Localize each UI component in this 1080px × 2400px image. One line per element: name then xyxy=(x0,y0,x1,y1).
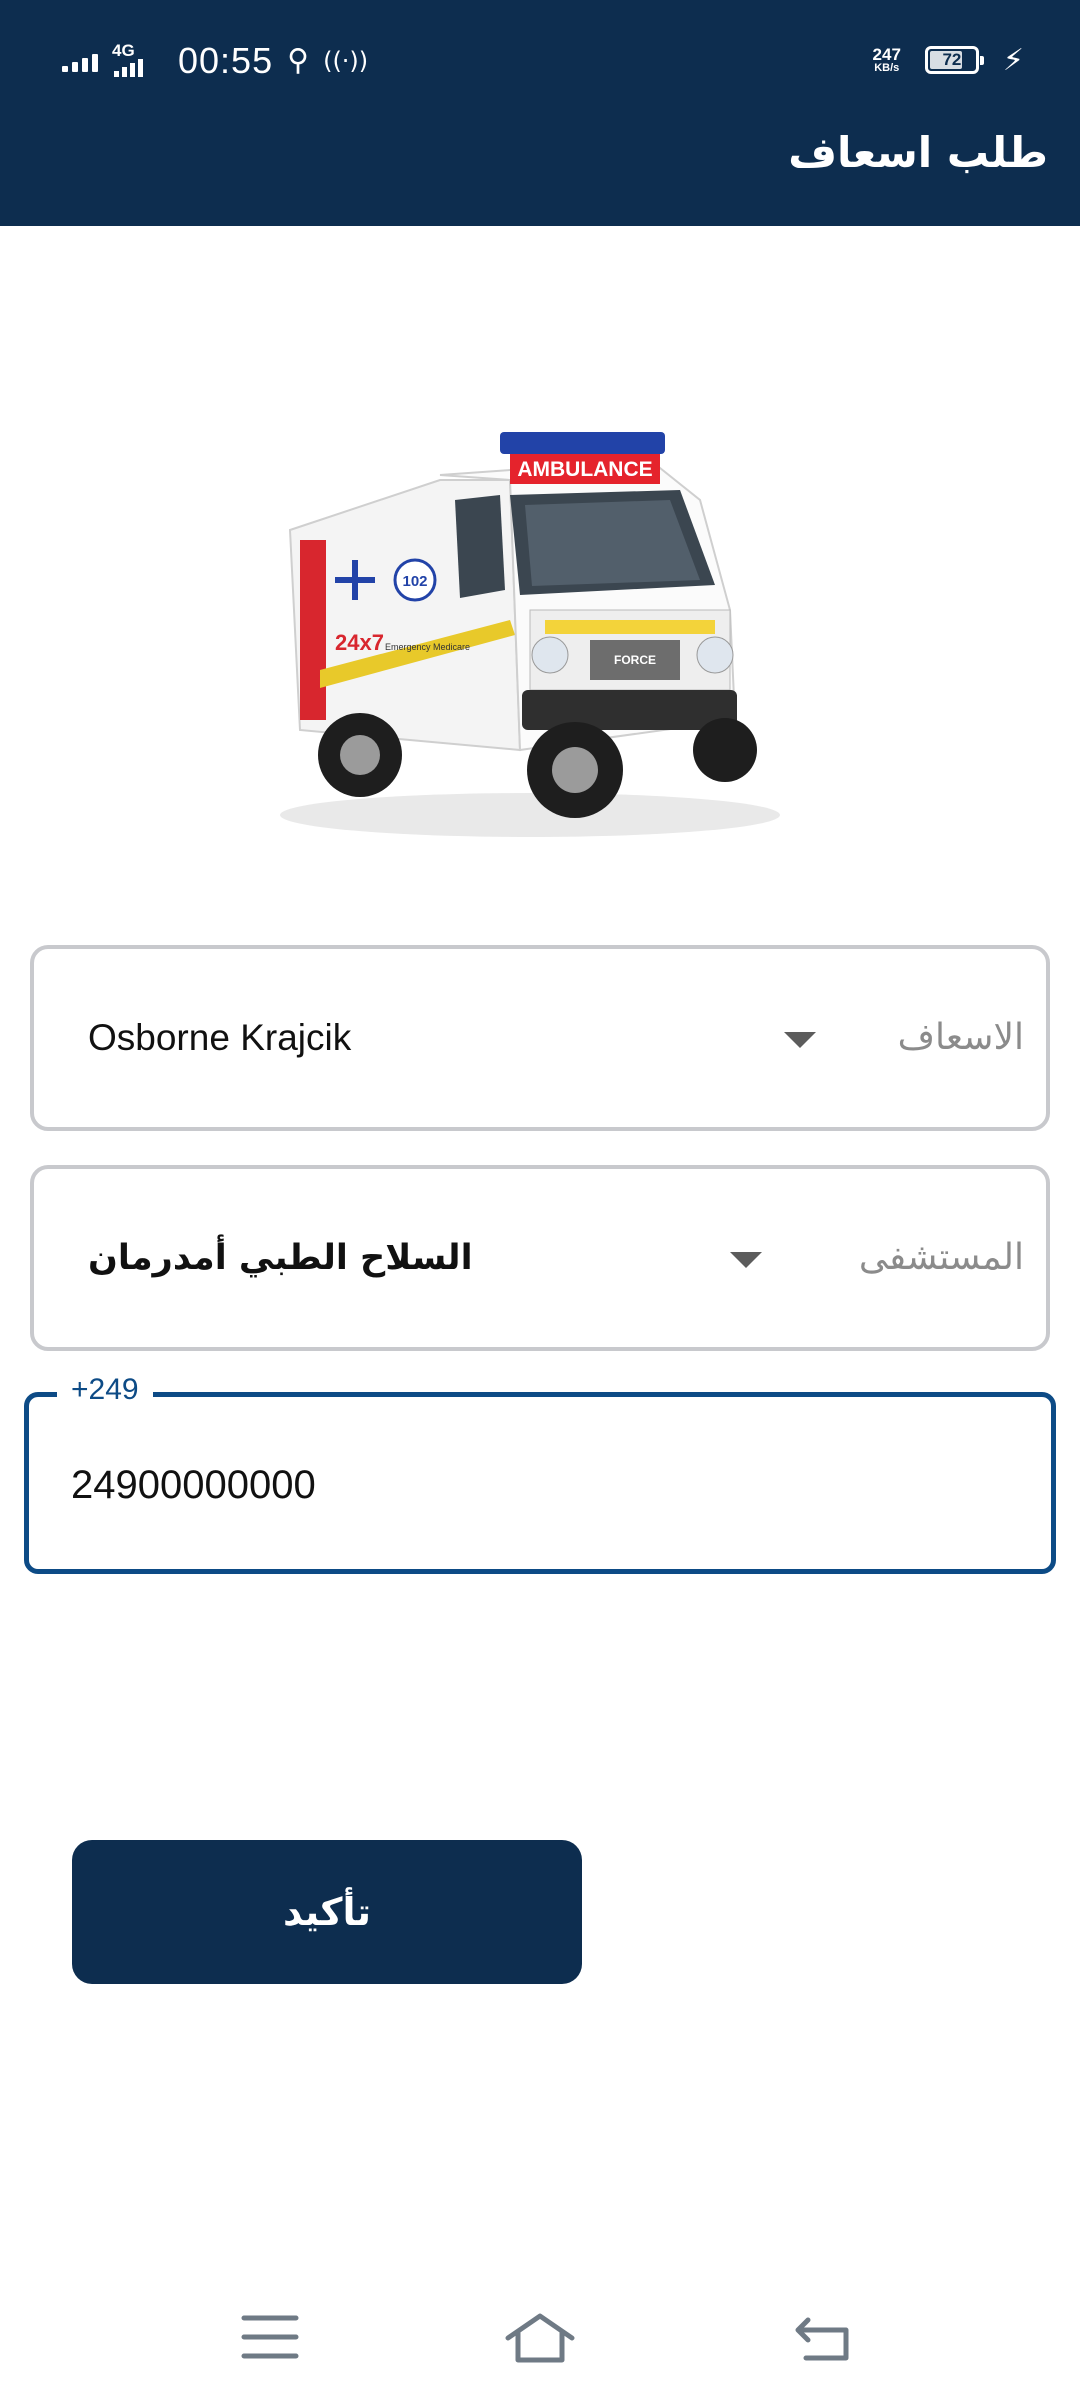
chevron-down-icon xyxy=(784,1032,816,1048)
network-speed: 247 KB/s xyxy=(873,46,901,74)
phone-prefix-label: +249 xyxy=(57,1373,153,1407)
clock: 00:55 xyxy=(178,40,274,81)
app-header: 4G 00:55 ⚲ ((·)) 247 KB/s 72 ⚡ طلب اسعاف xyxy=(0,0,1080,226)
speed-value: 247 xyxy=(872,45,901,64)
usb-icon: ⚲ xyxy=(287,43,310,78)
screen: 4G 00:55 ⚲ ((·)) 247 KB/s 72 ⚡ طلب اسعاف xyxy=(0,0,1080,2400)
ambulance-dropdown[interactable]: الاسعاف Osborne Krajcik xyxy=(30,945,1050,1131)
network-type: 4G xyxy=(112,41,135,60)
system-nav-bar xyxy=(0,2280,1080,2400)
menu-icon[interactable] xyxy=(230,2302,310,2372)
hospital-dropdown-label: المستشفى xyxy=(858,1237,1024,1278)
ambulance-banner-text: AMBULANCE xyxy=(517,458,652,481)
back-icon[interactable] xyxy=(784,2302,864,2372)
status-bar: 4G 00:55 ⚲ ((·)) 247 KB/s 72 ⚡ xyxy=(0,0,1080,120)
phone-field[interactable]: +249 xyxy=(24,1373,1056,1574)
phone-input[interactable] xyxy=(71,1453,971,1517)
ambulance-image: AMBULANCE FORCE 24x7 Emergency Medicare … xyxy=(280,432,780,837)
ambulance-dropdown-value: Osborne Krajcik xyxy=(88,1017,352,1058)
grille-text: FORCE xyxy=(614,653,656,667)
speed-unit: KB/s xyxy=(874,62,900,74)
charging-icon: ⚡ xyxy=(1002,42,1024,78)
home-icon[interactable] xyxy=(500,2302,580,2372)
status-right: 247 KB/s 72 ⚡ xyxy=(873,40,1024,80)
status-left: 4G 00:55 ⚲ ((·)) xyxy=(62,38,368,84)
side-badge: 102 xyxy=(402,573,427,590)
page-title: طلب اسعاف xyxy=(788,128,1048,177)
confirm-button[interactable]: تأكيد xyxy=(72,1840,582,1984)
network-4g-icon: 4G xyxy=(112,41,164,81)
hospital-dropdown[interactable]: المستشفى السلاح الطبي أمدرمان xyxy=(30,1165,1050,1351)
hospital-dropdown-value: السلاح الطبي أمدرمان xyxy=(88,1238,473,1278)
ambulance-dropdown-label: الاسعاف xyxy=(897,1017,1024,1058)
signal-icon xyxy=(62,50,98,72)
hotspot-icon: ((·)) xyxy=(323,47,369,75)
battery-level: 72 xyxy=(942,50,962,69)
chevron-down-icon xyxy=(730,1252,762,1268)
battery-icon: 72 xyxy=(924,46,984,74)
side-subtext: Emergency Medicare xyxy=(385,642,470,652)
side-text: 24x7 xyxy=(335,630,384,655)
